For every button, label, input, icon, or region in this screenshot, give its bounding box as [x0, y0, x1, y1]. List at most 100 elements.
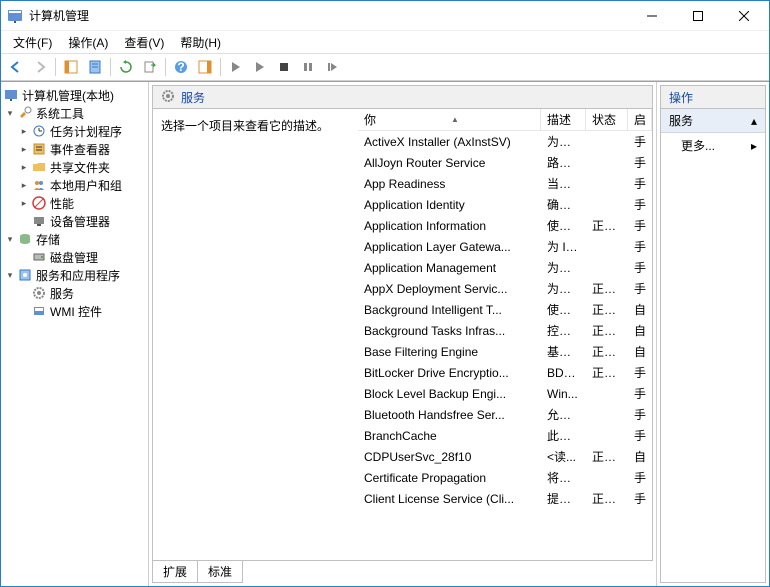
tree-local-users[interactable]: ▸ 本地用户和组 — [3, 176, 146, 194]
svc-name: Application Management — [358, 261, 541, 275]
svc-desc: 提供... — [541, 490, 586, 507]
services-header: 服务 — [152, 85, 653, 109]
chevron-down-icon[interactable]: ▾ — [3, 232, 17, 246]
close-button[interactable] — [721, 1, 767, 31]
table-row[interactable]: App Readiness当用...手 — [358, 173, 652, 194]
table-row[interactable]: Base Filtering Engine基本...正在...自 — [358, 341, 652, 362]
svc-desc: 基本... — [541, 343, 586, 360]
tree-device-manager[interactable]: 设备管理器 — [3, 212, 146, 230]
col-state[interactable]: 状态 — [586, 109, 628, 130]
tree-services[interactable]: 服务 — [3, 284, 146, 302]
table-row[interactable]: Application Layer Gatewa...为 In...手 — [358, 236, 652, 257]
svc-state: 正在... — [586, 301, 628, 318]
svc-name: CDPUserSvc_28f10 — [358, 450, 541, 464]
storage-icon — [17, 231, 33, 247]
title-bar: 计算机管理 — [1, 1, 769, 31]
chevron-right-icon[interactable]: ▸ — [17, 160, 31, 174]
svc-state: 正在... — [586, 280, 628, 297]
device-icon — [31, 213, 47, 229]
table-row[interactable]: Background Tasks Infras...控制...正在...自 — [358, 320, 652, 341]
toolbar-play2-icon[interactable] — [249, 56, 271, 78]
action-more[interactable]: 更多... ▸ — [661, 133, 765, 158]
toolbar-restart-icon[interactable] — [321, 56, 343, 78]
svc-name: Background Intelligent T... — [358, 303, 541, 317]
app-icon — [7, 8, 23, 24]
svc-desc: 允许... — [541, 406, 586, 423]
svc-name: Certificate Propagation — [358, 471, 541, 485]
gear-icon — [31, 285, 47, 301]
col-name[interactable]: 你▲ — [358, 109, 541, 130]
tree-disk-mgmt[interactable]: 磁盘管理 — [3, 248, 146, 266]
minimize-button[interactable] — [629, 1, 675, 31]
toolbar-play-icon[interactable] — [225, 56, 247, 78]
tree-task-scheduler[interactable]: ▸ 任务计划程序 — [3, 122, 146, 140]
tree-shared-folders[interactable]: ▸ 共享文件夹 — [3, 158, 146, 176]
action-panel: 操作 服务 ▴ 更多... ▸ — [657, 82, 769, 586]
table-row[interactable]: Bluetooth Handsfree Ser...允许...手 — [358, 404, 652, 425]
svc-start: 手 — [628, 280, 652, 297]
tab-standard[interactable]: 标准 — [197, 561, 243, 583]
disk-icon — [31, 249, 47, 265]
center-panel: 服务 选择一个项目来查看它的描述。 你▲ 描述 状态 启 ActiveX Ins… — [149, 82, 657, 586]
chevron-down-icon[interactable]: ▾ — [3, 106, 17, 120]
back-button[interactable] — [5, 56, 27, 78]
toolbar: ? — [1, 53, 769, 81]
chevron-right-icon[interactable]: ▸ — [17, 124, 31, 138]
table-row[interactable]: Background Intelligent T...使用...正在...自 — [358, 299, 652, 320]
table-row[interactable]: Application Management为通...手 — [358, 257, 652, 278]
show-hide-icon[interactable] — [60, 56, 82, 78]
action-pane-icon[interactable] — [194, 56, 216, 78]
menu-file[interactable]: 文件(F) — [5, 32, 60, 53]
table-row[interactable]: Client License Service (Cli...提供...正在...… — [358, 488, 652, 509]
help-icon[interactable]: ? — [170, 56, 192, 78]
table-row[interactable]: Application Identity确定...手 — [358, 194, 652, 215]
chevron-right-icon[interactable]: ▸ — [17, 142, 31, 156]
svc-name: Background Tasks Infras... — [358, 324, 541, 338]
tab-extended[interactable]: 扩展 — [152, 561, 198, 583]
table-row[interactable]: BitLocker Drive Encryptio...BDE...正在...手 — [358, 362, 652, 383]
tree-performance[interactable]: ▸ 性能 — [3, 194, 146, 212]
table-row[interactable]: AppX Deployment Servic...为部...正在...手 — [358, 278, 652, 299]
triangle-up-icon: ▴ — [751, 114, 757, 128]
table-row[interactable]: CDPUserSvc_28f10<读...正在...自 — [358, 446, 652, 467]
svc-name: Application Identity — [358, 198, 541, 212]
svc-name: Base Filtering Engine — [358, 345, 541, 359]
menu-action[interactable]: 操作(A) — [60, 32, 116, 53]
svc-desc: 为通... — [541, 259, 586, 276]
window-title: 计算机管理 — [29, 7, 629, 24]
properties-icon[interactable] — [84, 56, 106, 78]
toolbar-pause-icon[interactable] — [297, 56, 319, 78]
chevron-right-icon[interactable]: ▸ — [17, 178, 31, 192]
tree-storage[interactable]: ▾ 存储 — [3, 230, 146, 248]
actions-sub-services[interactable]: 服务 ▴ — [661, 109, 765, 133]
tree-system-tools[interactable]: ▾ 系统工具 — [3, 104, 146, 122]
export-icon[interactable] — [139, 56, 161, 78]
table-row[interactable]: AllJoyn Router Service路由...手 — [358, 152, 652, 173]
chevron-right-icon: ▸ — [751, 139, 757, 153]
chevron-right-icon[interactable]: ▸ — [17, 196, 31, 210]
col-desc[interactable]: 描述 — [541, 109, 586, 130]
clock-icon — [31, 123, 47, 139]
tree-event-viewer[interactable]: ▸ 事件查看器 — [3, 140, 146, 158]
actions-header: 操作 — [660, 85, 766, 109]
refresh-icon[interactable] — [115, 56, 137, 78]
table-row[interactable]: Block Level Backup Engi...Win...手 — [358, 383, 652, 404]
svc-start: 手 — [628, 217, 652, 234]
svc-name: ActiveX Installer (AxInstSV) — [358, 135, 541, 149]
chevron-down-icon[interactable]: ▾ — [3, 268, 17, 282]
table-row[interactable]: Certificate Propagation将用...手 — [358, 467, 652, 488]
svc-name: Client License Service (Cli... — [358, 492, 541, 506]
maximize-button[interactable] — [675, 1, 721, 31]
toolbar-stop-icon[interactable] — [273, 56, 295, 78]
col-start[interactable]: 启 — [628, 109, 652, 130]
tree-services-apps[interactable]: ▾ 服务和应用程序 — [3, 266, 146, 284]
table-row[interactable]: BranchCache此服...手 — [358, 425, 652, 446]
tree-root[interactable]: 计算机管理(本地) — [3, 86, 146, 104]
menu-view[interactable]: 查看(V) — [116, 32, 172, 53]
menu-help[interactable]: 帮助(H) — [172, 32, 229, 53]
table-row[interactable]: Application Information使用...正在...手 — [358, 215, 652, 236]
table-row[interactable]: ActiveX Installer (AxInstSV)为从 ...手 — [358, 131, 652, 152]
tree-wmi[interactable]: WMI 控件 — [3, 302, 146, 320]
svc-start: 自 — [628, 343, 652, 360]
forward-button[interactable] — [29, 56, 51, 78]
